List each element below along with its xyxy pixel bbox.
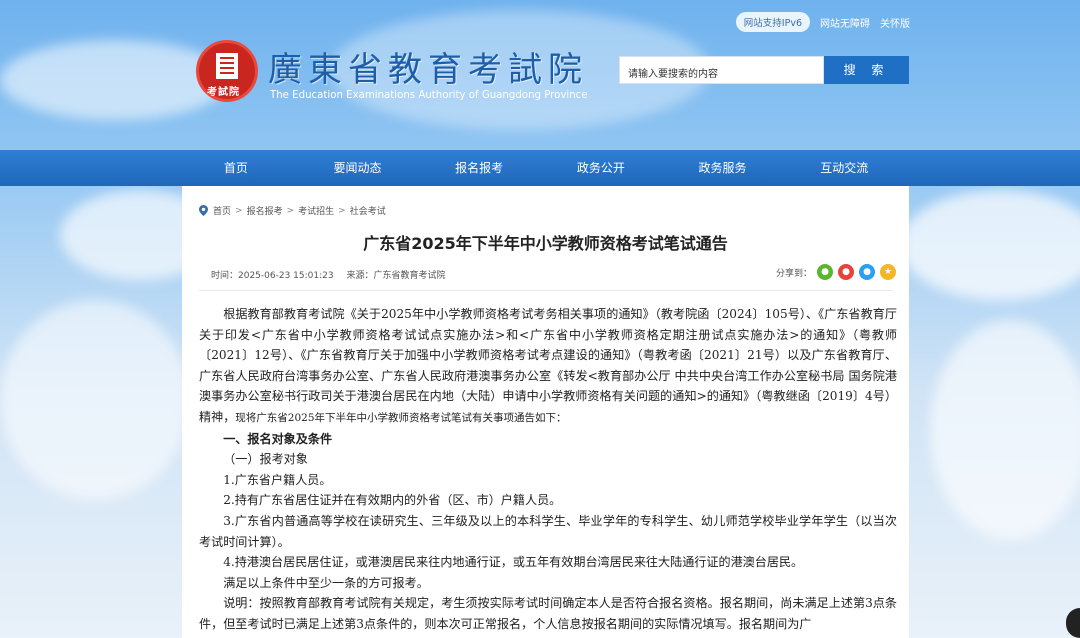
article-title: 广东省2025年下半年中小学教师资格考试笔试通告 xyxy=(363,234,728,253)
list-item: 1.广东省户籍人员。 xyxy=(223,472,332,487)
emblem-icon: 考試院 xyxy=(196,40,258,102)
search-button[interactable]: 搜 索 xyxy=(824,56,909,84)
share-label: 分享到： xyxy=(776,268,813,279)
emblem-text: 考試院 xyxy=(207,87,240,98)
article-panel: 首页 > 报名报考 > 考试招生 > 社会考试 广东省2025年下半年中小学教师… xyxy=(182,186,909,638)
nav-item-home[interactable]: 首页 xyxy=(175,150,297,186)
chevron-right-icon: > xyxy=(338,205,346,216)
qq-icon[interactable]: ● xyxy=(859,264,876,280)
publish-time: 时间：2025-06-23 15:01:23 xyxy=(211,271,334,281)
nav-item-services[interactable]: 政务服务 xyxy=(662,150,784,186)
divider xyxy=(199,290,892,291)
top-links: 网站支持IPv6 网站无障碍 关怀版 xyxy=(735,12,910,32)
subsection-heading: （一）报考对象 xyxy=(223,452,308,467)
main-nav: 首页 要闻动态 报名报考 政务公开 政务服务 互动交流 xyxy=(0,150,1080,186)
breadcrumb-registration[interactable]: 报名报考 xyxy=(247,204,283,217)
care-mode-link[interactable]: 关怀版 xyxy=(880,15,910,30)
breadcrumb: 首页 > 报名报考 > 考试招生 > 社会考试 xyxy=(199,204,386,217)
list-item: 2.持有广东省居住证并在有效期内的外省（区、市）户籍人员。 xyxy=(223,493,562,508)
weibo-icon[interactable]: ● xyxy=(838,264,855,280)
nav-item-news[interactable]: 要闻动态 xyxy=(297,150,419,186)
list-item: 3.广东省内普通高等学校在读研究生、三年级及以上的本科学生、毕业学年的专科学生、… xyxy=(199,513,897,549)
chevron-right-icon: > xyxy=(235,205,243,216)
cloud-decoration xyxy=(0,300,190,500)
site-logo[interactable]: 考試院 廣東省教育考試院 The Education Examinations … xyxy=(196,40,588,110)
cloud-decoration xyxy=(900,190,1080,300)
article-paragraph: 根据教育部教育考试院《关于2025年中小学教师资格考试考务相关事项的通知》（教考… xyxy=(199,307,897,424)
ipv6-badge: 网站支持IPv6 xyxy=(735,12,810,32)
article-source: 来源：广东省教育考试院 xyxy=(346,271,446,281)
list-item: 说明：按照教育部教育考试院有关规定，考生须按实际考试时间确定本人是否符合报名资格… xyxy=(199,596,897,631)
breadcrumb-home[interactable]: 首页 xyxy=(213,204,231,217)
breadcrumb-social-exam[interactable]: 社会考试 xyxy=(350,204,386,217)
share-bar: 分享到： ● ● ● ★ xyxy=(776,264,897,280)
section-heading: 一、报名对象及条件 xyxy=(223,431,333,446)
article-body: 根据教育部教育考试院《关于2025年中小学教师资格考试考务相关事项的通知》（教考… xyxy=(199,304,897,635)
wechat-icon[interactable]: ● xyxy=(817,264,834,280)
accessibility-link[interactable]: 网站无障碍 xyxy=(820,15,870,30)
list-item: 4.持港澳台居民居住证，或港澳居民来往内地通行证，或五年有效期台湾居民来往大陆通… xyxy=(223,555,804,570)
nav-item-interaction[interactable]: 互动交流 xyxy=(783,150,905,186)
chevron-right-icon: > xyxy=(286,205,295,216)
nav-item-public-affairs[interactable]: 政务公开 xyxy=(540,150,662,186)
search-input[interactable]: 请输入要搜索的内容 xyxy=(619,56,824,84)
site-header: 网站支持IPv6 网站无障碍 关怀版 考試院 廣東省教育考試院 The Educ… xyxy=(0,0,1080,150)
qzone-icon[interactable]: ★ xyxy=(880,264,897,280)
location-pin-icon xyxy=(199,205,208,216)
floating-tab[interactable] xyxy=(1066,608,1080,638)
site-name-en: The Education Examinations Authority of … xyxy=(270,90,588,101)
breadcrumb-admission[interactable]: 考试招生 xyxy=(298,204,334,217)
site-name-cn: 廣東省教育考試院 xyxy=(268,50,588,90)
article-meta: 时间：2025-06-23 15:01:23 来源：广东省教育考试院 xyxy=(211,268,455,281)
nav-item-registration[interactable]: 报名报考 xyxy=(418,150,540,186)
list-item: 满足以上条件中至少一条的方可报考。 xyxy=(223,575,429,590)
cloud-decoration xyxy=(930,320,1080,540)
